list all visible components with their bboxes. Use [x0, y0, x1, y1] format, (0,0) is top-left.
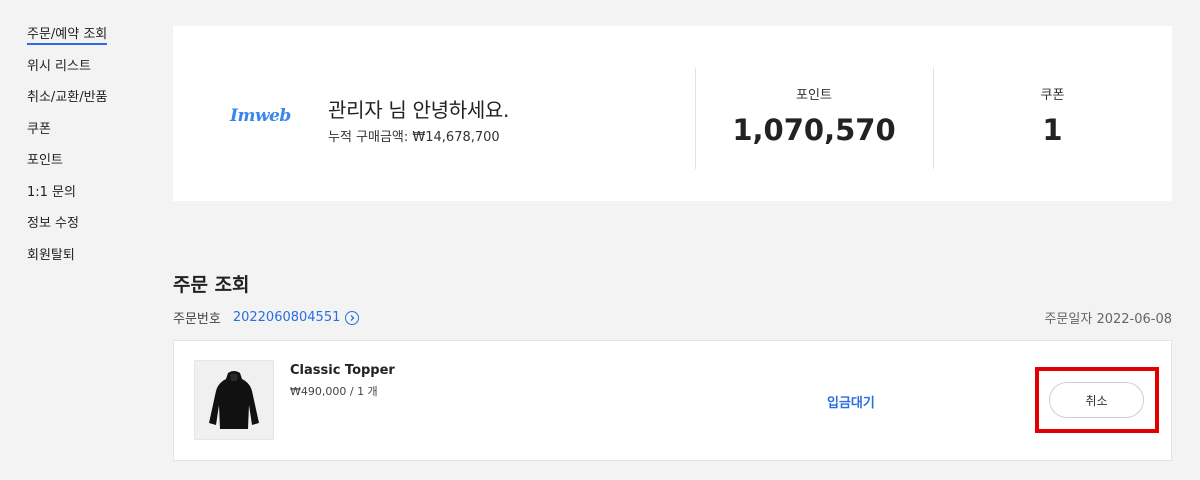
order-item-card: Classic Topper ₩490,000 / 1 개 입금대기 취소: [173, 340, 1172, 461]
sidebar-item-label: 위시 리스트: [27, 58, 91, 74]
sidebar-item-cancel-exchange-return[interactable]: 취소/교환/반품: [27, 89, 137, 121]
section-title: 주문 조회: [173, 274, 250, 296]
sidebar-item-label: 쿠폰: [27, 121, 51, 137]
order-number-label: 주문번호: [173, 312, 221, 327]
chevron-right-circle-icon[interactable]: [345, 310, 360, 325]
sidebar-item-label: 주문/예약 조회: [27, 27, 108, 45]
order-number-link[interactable]: 2022060804551: [233, 310, 341, 325]
order-date: 주문일자 2022-06-08: [1044, 312, 1172, 327]
points-stat[interactable]: 포인트 1,070,570: [695, 84, 933, 147]
sidebar-item-wishlist[interactable]: 위시 리스트: [27, 58, 137, 90]
coupons-label: 쿠폰: [1040, 88, 1065, 103]
greeting-text: 관리자 님 안녕하세요.: [328, 98, 510, 122]
sidebar-item-orders[interactable]: 주문/예약 조회: [27, 26, 137, 58]
sidebar-item-edit-info[interactable]: 정보 수정: [27, 215, 137, 247]
points-value: 1,070,570: [732, 113, 896, 147]
product-thumbnail[interactable]: [194, 360, 274, 440]
member-summary-card: Imweb 관리자 님 안녕하세요. 누적 구매금액: ₩14,678,700 …: [173, 26, 1172, 201]
total-purchase-text: 누적 구매금액: ₩14,678,700: [328, 130, 500, 145]
sidebar-item-inquiry[interactable]: 1:1 문의: [27, 184, 137, 216]
points-label: 포인트: [796, 88, 832, 103]
cancel-button[interactable]: 취소: [1049, 382, 1144, 418]
order-number-row: 주문번호 2022060804551: [173, 308, 360, 327]
sidebar-item-label: 포인트: [27, 153, 63, 168]
sidebar-item-withdraw[interactable]: 회원탈퇴: [27, 247, 137, 279]
product-price-quantity: ₩490,000 / 1 개: [290, 385, 378, 398]
sidebar-item-label: 1:1 문의: [27, 184, 76, 200]
order-status: 입금대기: [827, 396, 875, 411]
sidebar-item-points[interactable]: 포인트: [27, 152, 137, 184]
sidebar-nav: 주문/예약 조회 위시 리스트 취소/교환/반품 쿠폰 포인트 1:1 문의 정…: [27, 26, 137, 278]
sidebar-item-coupons[interactable]: 쿠폰: [27, 121, 137, 153]
coupons-value: 1: [1042, 113, 1063, 147]
sidebar-item-label: 정보 수정: [27, 216, 79, 231]
coupons-stat[interactable]: 쿠폰 1: [933, 84, 1172, 147]
sidebar-item-label: 취소/교환/반품: [27, 90, 108, 105]
product-name[interactable]: Classic Topper: [290, 363, 395, 378]
coat-icon: [209, 371, 259, 429]
sidebar-item-label: 회원탈퇴: [27, 247, 75, 263]
imweb-logo: Imweb: [230, 106, 291, 126]
